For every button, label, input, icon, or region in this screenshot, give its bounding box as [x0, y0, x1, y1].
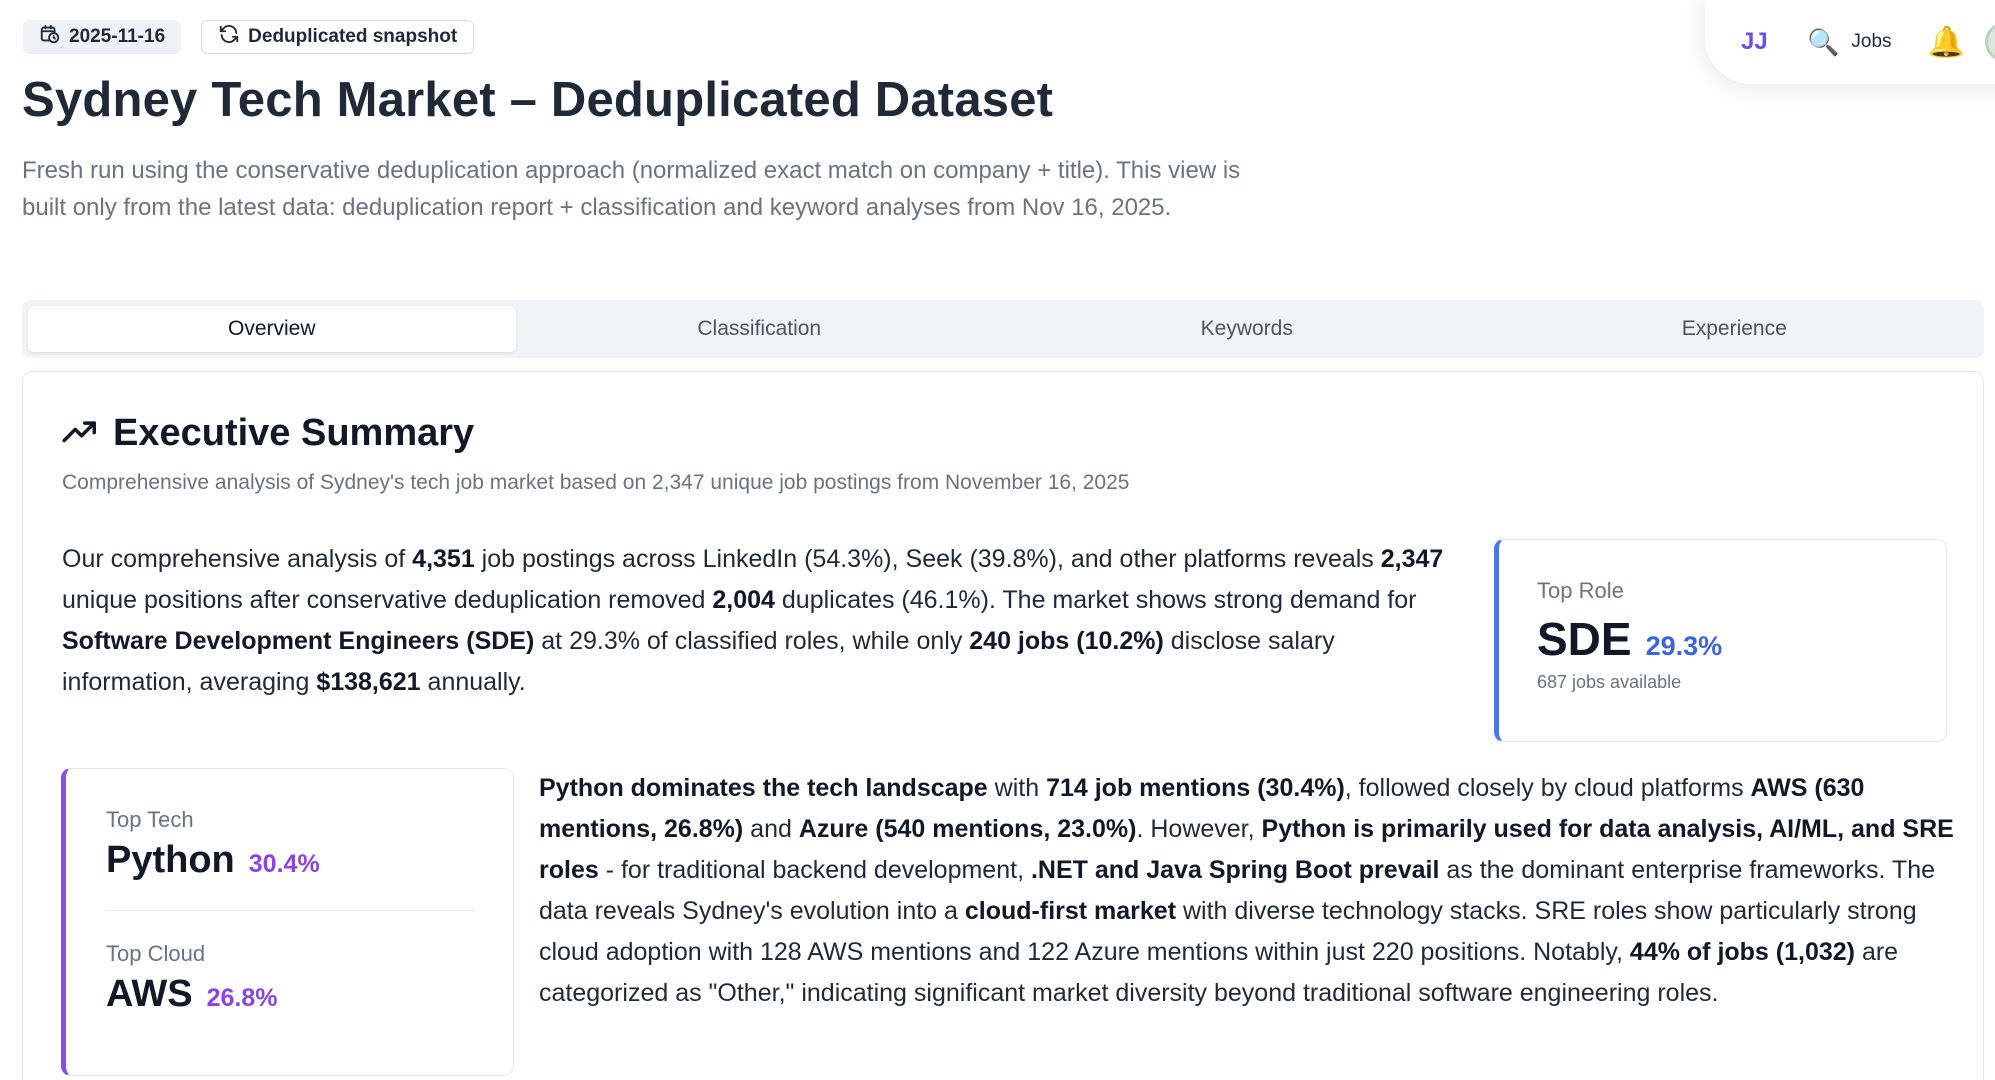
top-tech-percent: 30.4%	[248, 850, 320, 878]
page-title: Sydney Tech Market – Deduplicated Datase…	[22, 73, 1054, 127]
tab-bar: Overview Classification Keywords Experie…	[22, 300, 1984, 358]
section-title: Executive Summary	[113, 412, 475, 454]
top-role-percent: 29.3%	[1645, 631, 1723, 661]
section-heading: Executive Summary	[61, 412, 474, 455]
avatar[interactable]	[1984, 22, 1995, 62]
top-role-jobs-count: 687 jobs available	[1537, 672, 1682, 692]
date-label: 2025-11-16	[69, 26, 166, 47]
executive-summary-card: Executive Summary Comprehensive analysis…	[22, 371, 1984, 1080]
snapshot-badge: Deduplicated snapshot	[201, 20, 475, 54]
page: 2025-11-16 Deduplicated snapshot JJ 🔍 Jo…	[0, 0, 1995, 1080]
top-role-card: Top Role SDE 29.3% 687 jobs available	[1494, 539, 1947, 742]
top-tech-value: Python	[106, 839, 235, 881]
tab-keywords[interactable]: Keywords	[1003, 306, 1491, 352]
bell-icon[interactable]: 🔔	[1928, 25, 1965, 60]
top-cloud-label: Top Cloud	[106, 941, 206, 966]
calendar-clock-icon	[39, 23, 61, 51]
divider	[106, 910, 475, 911]
page-subtitle: Fresh run using the conservative dedupli…	[22, 157, 1241, 221]
summary-paragraph: Our comprehensive analysis of 4,351 job …	[62, 545, 1444, 696]
tech-paragraph: Python dominates the tech landscape with…	[539, 774, 1954, 1007]
refresh-icon	[218, 23, 240, 51]
top-cloud-value: AWS	[106, 973, 193, 1015]
top-tech-card: Top Tech Python 30.4% Top Cloud AWS 26.8…	[61, 768, 514, 1076]
header-badges: 2025-11-16 Deduplicated snapshot	[23, 20, 475, 54]
top-role-label: Top Role	[1537, 578, 1624, 603]
trending-up-icon	[61, 412, 99, 455]
snapshot-label: Deduplicated snapshot	[248, 26, 458, 47]
date-badge: 2025-11-16	[23, 20, 182, 54]
section-subtitle: Comprehensive analysis of Sydney's tech …	[62, 471, 1130, 494]
search-icon[interactable]: 🔍	[1807, 27, 1839, 58]
tab-classification[interactable]: Classification	[516, 306, 1004, 352]
top-toolbar: JJ 🔍 Jobs 🔔	[1705, 0, 1995, 84]
top-role-value: SDE	[1537, 613, 1632, 665]
jobs-link[interactable]: Jobs	[1851, 31, 1891, 53]
tab-experience[interactable]: Experience	[1491, 306, 1979, 352]
user-initials-button[interactable]: JJ	[1741, 28, 1781, 56]
top-tech-label: Top Tech	[106, 807, 194, 832]
tab-overview[interactable]: Overview	[28, 306, 516, 352]
top-cloud-percent: 26.8%	[206, 984, 278, 1012]
